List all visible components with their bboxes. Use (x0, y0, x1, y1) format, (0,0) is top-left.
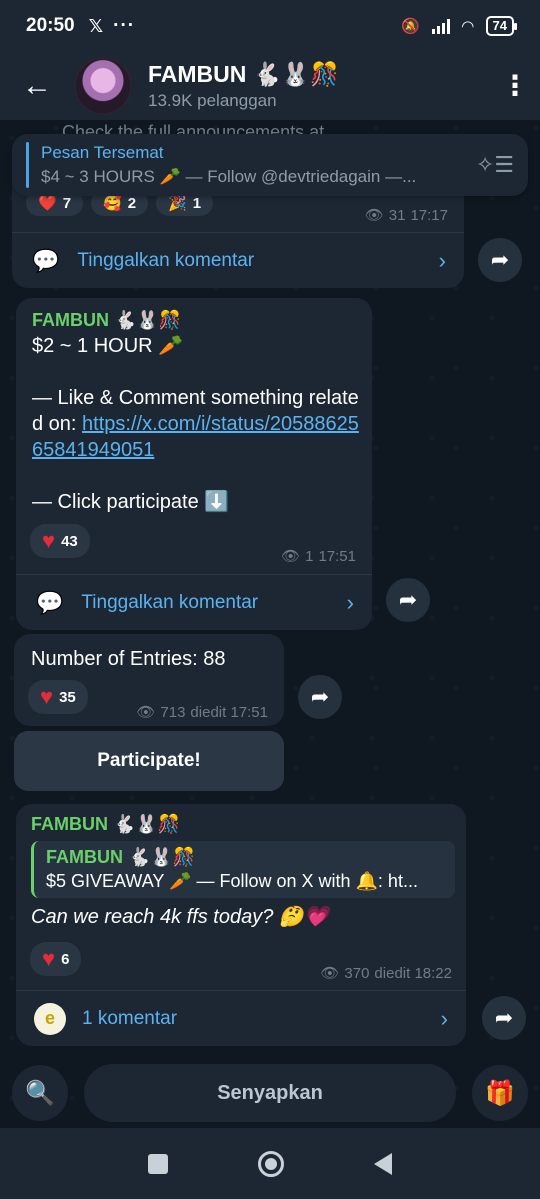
home-icon[interactable] (258, 1150, 284, 1177)
reaction-count: 2 (127, 194, 137, 212)
x-app-icon: 𝕏 (88, 15, 104, 36)
quoted-message[interactable]: FAMBUN 🐇🐰🎊 $5 GIVEAWAY 🥕 — Follow on X w… (31, 841, 455, 898)
pinned-message-bar[interactable]: Pesan Tersemat $4 ~ 3 HOURS 🥕 — Follow @… (12, 134, 528, 196)
message-meta: 👁 713 diedit 17:51 (136, 703, 268, 722)
message-time: diedit 17:51 (190, 703, 268, 721)
chevron-right-icon: › (438, 247, 446, 273)
pinned-text: $4 ~ 3 HOURS 🥕 — Follow @devtriedagain —… (41, 167, 417, 186)
message-line: — Click participate ⬇️ (32, 491, 230, 513)
quote-text: $5 GIVEAWAY 🥕 — Follow on X with 🔔: ht..… (46, 871, 418, 891)
subscriber-count: 13.9K pelanggan (148, 91, 277, 110)
sender-name: FAMBUN 🐇🐰🎊 (32, 310, 182, 330)
views-icon: 👁 (136, 704, 156, 721)
views-icon: 👁 (364, 207, 384, 224)
battery-icon: 74 (485, 16, 518, 36)
forward-button[interactable]: ➦ (386, 578, 430, 622)
mute-button[interactable]: Senyapkan (84, 1064, 456, 1122)
gift-button[interactable]: 🎁 (472, 1065, 528, 1121)
more-notifications-icon: ··· (113, 15, 136, 36)
message-line: $2 ~ 1 HOUR 🥕 (32, 335, 184, 357)
sender-name: FAMBUN 🐇🐰🎊 (31, 814, 181, 834)
comments-label: Tinggalkan komentar (77, 249, 255, 271)
status-link[interactable]: https://x.com/i/status/20588625658419490… (32, 413, 359, 461)
back-triangle-icon[interactable] (374, 1152, 392, 1175)
mute-bell-icon: 🔕 (401, 18, 420, 35)
chat-header: ← FAMBUN 🐇🐰🎊 13.9K pelanggan ⋮ (0, 52, 540, 120)
share-icon: ➦ (398, 587, 418, 612)
view-count: 31 (388, 206, 406, 224)
channel-info[interactable]: FAMBUN 🐇🐰🎊 13.9K pelanggan (148, 61, 339, 111)
message-meta: 👁 1 17:51 (281, 547, 356, 566)
forward-button[interactable]: ➦ (298, 675, 342, 719)
participate-button[interactable]: Participate! (14, 731, 284, 791)
chevron-right-icon: › (440, 1005, 448, 1031)
reaction-count: 6 (61, 950, 70, 968)
pinned-title: Pesan Tersemat (41, 143, 164, 162)
channel-avatar[interactable] (74, 57, 132, 115)
chevron-right-icon: › (346, 589, 354, 615)
heart-icon: ♥ (40, 684, 54, 709)
reaction-count: 35 (59, 688, 76, 706)
recent-apps-icon[interactable] (148, 1153, 168, 1174)
view-count: 1 (305, 547, 314, 565)
message-text: Can we reach 4k ffs today? 🤔💗 (31, 906, 329, 928)
search-button[interactable]: 🔍 (12, 1065, 68, 1121)
reaction-count: 43 (61, 532, 78, 550)
comments-label: Tinggalkan komentar (81, 591, 259, 613)
wifi-icon: ◠ (461, 18, 474, 35)
comments-link[interactable]: 💬 Tinggalkan komentar › (12, 232, 464, 288)
message-bubble: FAMBUN 🐇🐰🎊 $2 ~ 1 HOUR 🥕 — Like & Commen… (16, 298, 372, 630)
pinned-indicator (26, 142, 29, 188)
reaction-emoji: 🎉 (168, 195, 187, 212)
pinned-list-icon[interactable]: ✧☰ (476, 152, 514, 178)
reaction-count: 1 (192, 194, 202, 212)
search-icon: 🔍 (25, 1079, 55, 1107)
heart-icon: ♥ (42, 528, 56, 553)
system-navigation-bar (0, 1128, 540, 1199)
message-time: 17:51 (318, 547, 356, 565)
share-icon: ➦ (494, 1005, 514, 1030)
commenter-avatar: e (34, 1002, 66, 1035)
bottom-bar: 🔍 Senyapkan 🎁 (0, 1058, 540, 1128)
message-bubble: Number of Entries: 88 ♥ 35 👁 713 diedit 1… (14, 634, 284, 726)
reaction-emoji: ❤️ (38, 195, 57, 212)
status-bar: 20:50 𝕏 ··· 🔕 ◠ 74 (0, 0, 540, 52)
quote-sender: FAMBUN 🐇🐰🎊 (46, 847, 196, 867)
reaction-emoji: 🥰 (103, 195, 122, 212)
reaction-chip[interactable]: ♥ 35 (28, 680, 88, 714)
comment-icon: 💬 (32, 247, 60, 273)
reaction-chip[interactable]: ♥ 6 (30, 942, 82, 976)
message-time: diedit 18:22 (374, 964, 452, 982)
share-icon: ➦ (490, 247, 510, 272)
view-count: 713 (160, 703, 186, 721)
message-meta: 👁 31 17:17 (364, 206, 448, 225)
channel-title: FAMBUN 🐇🐰🎊 (148, 61, 339, 87)
reaction-count: 7 (62, 194, 72, 212)
message-time: 17:17 (410, 206, 448, 224)
message-text: Number of Entries: 88 (31, 648, 226, 670)
message-meta: 👁 370 diedit 18:22 (320, 964, 452, 983)
message-text: $2 ~ 1 HOUR 🥕 — Like & Comment something… (32, 333, 362, 515)
reaction-chip[interactable]: ♥ 43 (30, 524, 90, 558)
forward-button[interactable]: ➦ (478, 238, 522, 282)
share-icon: ➦ (310, 684, 330, 709)
gift-icon: 🎁 (485, 1079, 515, 1107)
comment-icon: 💬 (36, 589, 64, 615)
view-count: 370 (344, 964, 370, 982)
more-menu-icon[interactable]: ⋮ (490, 72, 540, 100)
signal-icon (431, 18, 450, 34)
clock: 20:50 (26, 15, 75, 36)
message-bubble: FAMBUN 🐇🐰🎊 FAMBUN 🐇🐰🎊 $5 GIVEAWAY 🥕 — Fo… (16, 804, 466, 1046)
comments-link[interactable]: e 1 komentar › (16, 990, 466, 1046)
views-icon: 👁 (320, 965, 340, 982)
forward-button[interactable]: ➦ (482, 996, 526, 1040)
comments-link[interactable]: 💬 Tinggalkan komentar › (16, 574, 372, 630)
comments-label: 1 komentar (82, 1007, 178, 1029)
heart-icon: ♥ (42, 946, 56, 971)
back-arrow-icon[interactable]: ← (0, 69, 74, 103)
views-icon: 👁 (281, 548, 301, 565)
